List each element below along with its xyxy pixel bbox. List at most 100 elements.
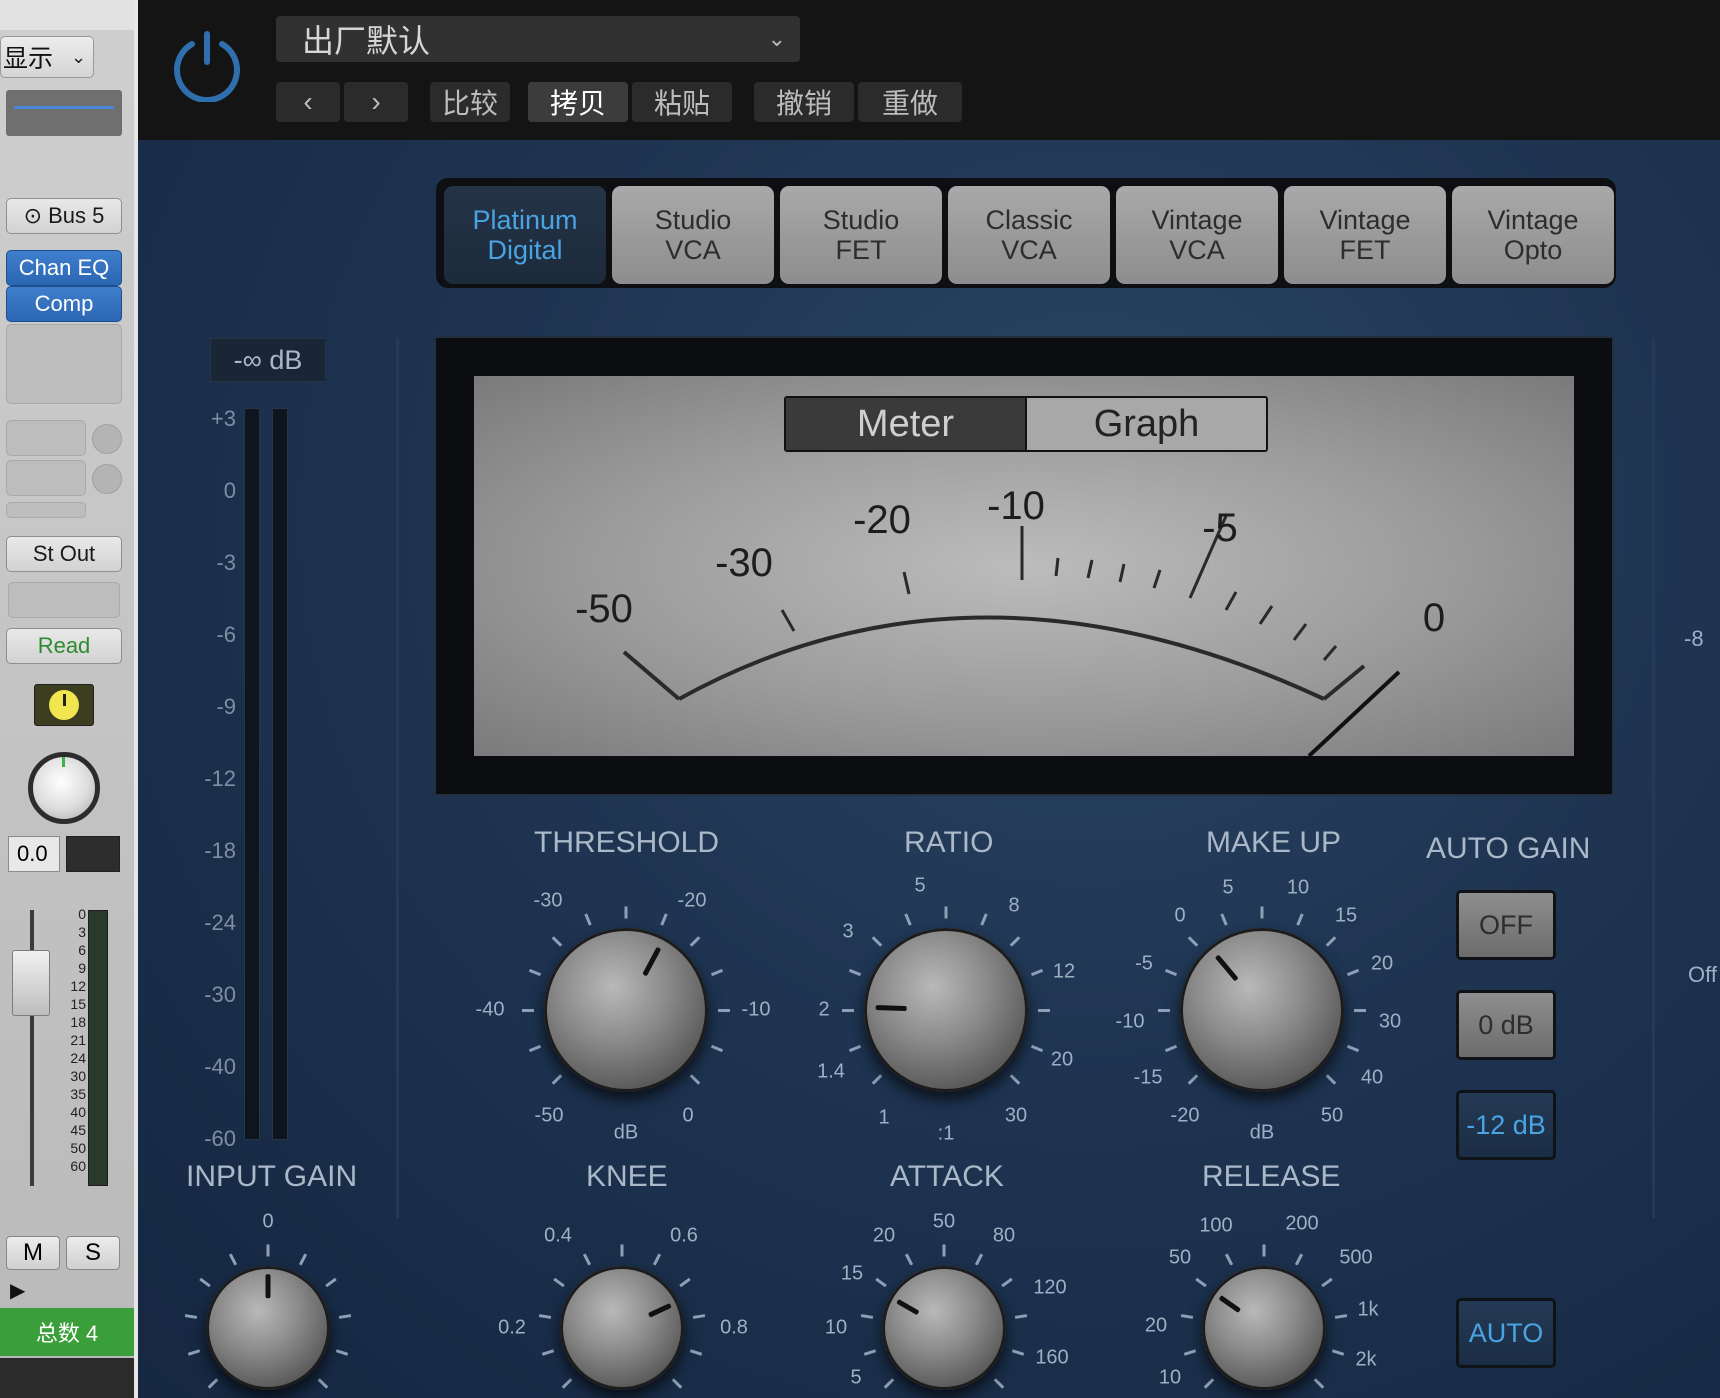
knee-indicator bbox=[647, 1303, 672, 1318]
input-gain-knob[interactable] bbox=[206, 1266, 330, 1390]
send-knob[interactable] bbox=[92, 424, 122, 454]
attack-knob[interactable] bbox=[882, 1266, 1006, 1390]
channel-strip: 显示 ⌄ ⊙ Bus 5 Chan EQ Comp St Out Read 0.… bbox=[0, 0, 138, 1398]
model-tab[interactable]: Vintage Opto bbox=[1452, 186, 1614, 284]
knob-unit-label: :1 bbox=[937, 1122, 955, 1145]
chevron-left-icon: ‹ bbox=[303, 86, 313, 117]
compare-button[interactable]: 比较 bbox=[430, 82, 510, 122]
knob-scale-label: 100 bbox=[1199, 1214, 1233, 1237]
paste-button[interactable]: 粘贴 bbox=[632, 82, 732, 122]
undo-button[interactable]: 撤销 bbox=[754, 82, 854, 122]
input-monitor[interactable] bbox=[34, 684, 94, 726]
auto-gain-0db-button[interactable]: 0 dB bbox=[1456, 990, 1556, 1060]
knob-scale-label: 12 bbox=[1052, 960, 1076, 983]
output-button[interactable]: St Out bbox=[6, 536, 122, 572]
redo-label: 重做 bbox=[881, 88, 938, 119]
empty-plugin-slot[interactable] bbox=[6, 324, 122, 404]
threshold-knob[interactable] bbox=[544, 928, 708, 1092]
vu-scale-label: -50 bbox=[575, 587, 633, 631]
meter-scale-tick: -12 bbox=[204, 766, 236, 791]
chevron-down-icon: ⌄ bbox=[71, 46, 87, 67]
graph-mode-button[interactable]: Graph bbox=[1025, 398, 1266, 450]
fader-scale-tick: 30 bbox=[70, 1068, 86, 1084]
divider-line bbox=[1652, 338, 1655, 1218]
knob-scale-label: 0.4 bbox=[544, 1224, 572, 1247]
track-name[interactable]: 总数 4 bbox=[0, 1308, 134, 1356]
knob-tick-mark bbox=[942, 1244, 946, 1257]
volume-readout[interactable]: 0.0 bbox=[8, 836, 60, 872]
model-tab[interactable]: Classic VCA bbox=[948, 186, 1110, 284]
vu-needle bbox=[1307, 670, 1401, 758]
send-slot[interactable] bbox=[6, 502, 86, 518]
send-knob[interactable] bbox=[92, 464, 122, 494]
makeup-knob[interactable] bbox=[1180, 928, 1344, 1092]
knee-knob[interactable] bbox=[560, 1266, 684, 1390]
meter-scale-tick: 0 bbox=[223, 478, 236, 503]
play-icon[interactable]: ▶ bbox=[10, 1278, 25, 1303]
vu-scale-label: -30 bbox=[715, 541, 773, 585]
send-slot[interactable] bbox=[6, 460, 86, 496]
knob-scale-label: -10 bbox=[1115, 1010, 1145, 1033]
previous-preset-button[interactable]: ‹ bbox=[276, 82, 340, 122]
vu-scale-label: 0 bbox=[1423, 596, 1445, 640]
auto-gain-minus12db-label: -12 dB bbox=[1466, 1109, 1546, 1140]
fader-scale-tick: 35 bbox=[70, 1086, 86, 1102]
eq-thumbnail[interactable] bbox=[6, 90, 122, 136]
next-preset-button[interactable]: › bbox=[344, 82, 408, 122]
meter-mode-button[interactable]: Meter bbox=[786, 398, 1025, 450]
knob-scale-label: 8 bbox=[1008, 894, 1020, 917]
model-tab-label: Opto bbox=[1503, 235, 1563, 265]
copy-button[interactable]: 拷贝 bbox=[528, 82, 628, 122]
automation-mode[interactable]: Read bbox=[6, 628, 122, 664]
knob-scale-label: 50 bbox=[1168, 1246, 1192, 1269]
vu-scale-label: -10 bbox=[987, 484, 1045, 528]
bus-send-label: Bus 5 bbox=[48, 203, 105, 228]
knob-scale-label: 10 bbox=[824, 1316, 848, 1339]
solo-button[interactable]: S bbox=[66, 1236, 120, 1270]
mute-button[interactable]: M bbox=[6, 1236, 60, 1270]
pan-knob[interactable] bbox=[28, 752, 100, 824]
vu-arc-start bbox=[622, 650, 681, 701]
vu-tick bbox=[1086, 559, 1094, 579]
send-slot[interactable] bbox=[6, 420, 86, 456]
plugin-slot-chan-eq[interactable]: Chan EQ bbox=[6, 250, 122, 286]
power-icon[interactable] bbox=[170, 28, 244, 103]
model-tab[interactable]: Platinum Digital bbox=[444, 186, 606, 284]
model-tab[interactable]: Vintage VCA bbox=[1116, 186, 1278, 284]
meter-scale-tick: -60 bbox=[204, 1126, 236, 1151]
knob-scale-label: -10 bbox=[741, 998, 771, 1021]
preset-menu[interactable]: 出厂默认 ⌄ bbox=[276, 16, 800, 62]
right-edge-value: -8 bbox=[1684, 626, 1704, 651]
fader-scale-tick: 12 bbox=[70, 978, 86, 994]
peak-readout bbox=[66, 836, 120, 872]
model-tab-label: Vintage bbox=[1151, 205, 1243, 235]
auto-gain-off-button[interactable]: OFF bbox=[1456, 890, 1556, 960]
knob-unit-label: dB bbox=[613, 1121, 639, 1144]
meter-graph-toggle: Meter Graph bbox=[784, 396, 1268, 452]
meter-scale-tick: -6 bbox=[216, 622, 236, 647]
model-tab-label: VCA bbox=[1001, 235, 1057, 265]
vu-tick bbox=[1054, 557, 1060, 577]
bus-send[interactable]: ⊙ Bus 5 bbox=[6, 198, 122, 234]
power-dial-icon bbox=[49, 690, 79, 720]
display-menu-label: 显示 bbox=[3, 45, 54, 73]
display-menu[interactable]: 显示 ⌄ bbox=[0, 36, 94, 78]
plugin-slot-comp[interactable]: Comp bbox=[6, 286, 122, 322]
model-tab[interactable]: Studio VCA bbox=[612, 186, 774, 284]
group-slot[interactable] bbox=[8, 582, 120, 618]
input-peak-readout[interactable]: -∞ dB bbox=[210, 338, 326, 382]
auto-gain-label: AUTO GAIN bbox=[1426, 832, 1591, 865]
auto-release-button[interactable]: AUTO bbox=[1456, 1298, 1556, 1368]
graph-mode-label: Graph bbox=[1093, 402, 1200, 445]
auto-gain-minus12db-button[interactable]: -12 dB bbox=[1456, 1090, 1556, 1160]
model-tab[interactable]: Studio FET bbox=[780, 186, 942, 284]
knob-tick-mark bbox=[266, 1244, 270, 1257]
strip-top bbox=[0, 0, 134, 30]
model-tab[interactable]: Vintage FET bbox=[1284, 186, 1446, 284]
release-knob[interactable] bbox=[1202, 1266, 1326, 1390]
ratio-knob[interactable] bbox=[864, 928, 1028, 1092]
volume-fader[interactable] bbox=[12, 950, 50, 1016]
knob-scale-label: 2 bbox=[818, 998, 830, 1021]
input-meter-scale: +3 0 -3 -6 -9 -12 -18 -24 -30 -40 -60 bbox=[190, 400, 236, 1160]
redo-button[interactable]: 重做 bbox=[858, 82, 962, 122]
